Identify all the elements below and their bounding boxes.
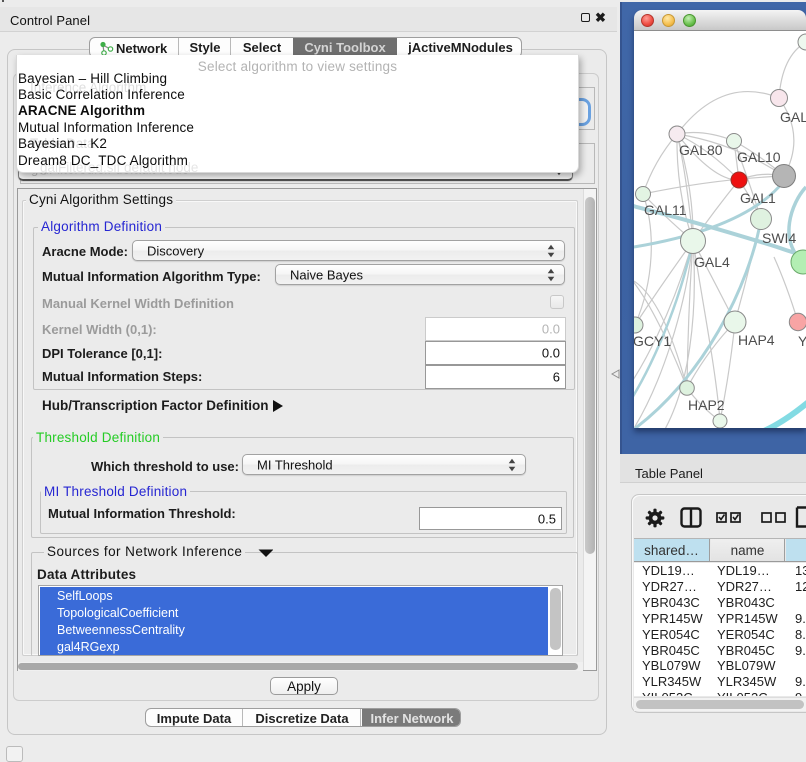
svg-text:GAL10: GAL10 xyxy=(737,149,781,165)
svg-text:GAL4: GAL4 xyxy=(694,254,730,270)
svg-text:GAL1: GAL1 xyxy=(740,190,776,206)
svg-text:Y: Y xyxy=(798,333,806,349)
svg-text:GAL80: GAL80 xyxy=(679,142,723,158)
svg-text:HAP4: HAP4 xyxy=(738,332,775,348)
svg-text:HAP2: HAP2 xyxy=(688,397,725,413)
svg-text:GCY1: GCY1 xyxy=(634,333,671,349)
svg-text:GAL: GAL xyxy=(780,109,806,125)
svg-text:GAL11: GAL11 xyxy=(644,202,687,218)
svg-text:SWI4: SWI4 xyxy=(762,230,796,246)
